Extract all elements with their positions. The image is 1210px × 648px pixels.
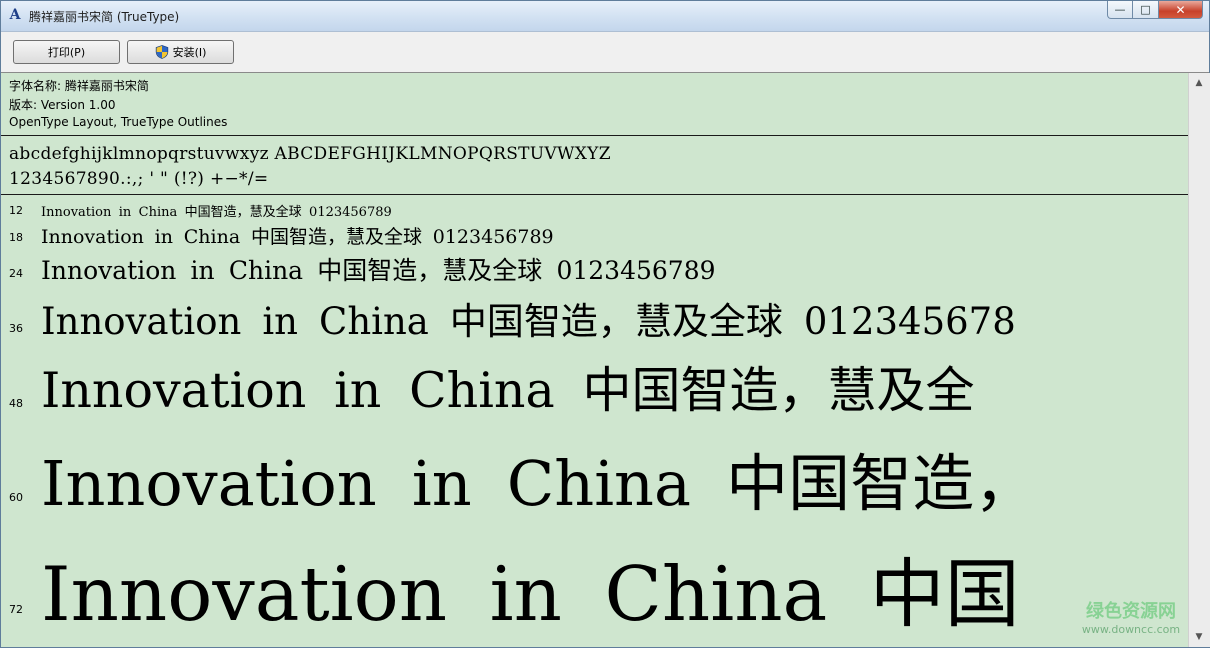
print-button-label: 打印(P): [47, 46, 86, 59]
sample-text: Innovation in China 中国智造，慧及全球 0123456789: [41, 226, 554, 248]
watermark: 绿色资源网 www.downcc.com: [1076, 597, 1186, 636]
sample-text: Innovation in China 中国智造，慧及全球 0123456789: [41, 256, 716, 285]
font-preview-area[interactable]: 字体名称: 腾祥嘉丽书宋简 版本: Version 1.00 OpenType …: [1, 73, 1188, 647]
toolbar: 打印(P) 安装(I): [1, 32, 1209, 73]
sample-text: Innovation in China 中国智造，慧及全: [41, 362, 975, 419]
divider-top: [1, 135, 1188, 136]
charset-letters: abcdefghijklmnopqrstuvwxyz ABCDEFGHIJKLM…: [9, 144, 611, 164]
sample-row: 18 Innovation in China 中国智造，慧及全球 0123456…: [1, 221, 1188, 251]
sample-row: 24 Innovation in China 中国智造，慧及全球 0123456…: [1, 250, 1188, 288]
window-title: 腾祥嘉丽书宋简 (TrueType): [29, 10, 180, 24]
maximize-button[interactable]: □: [1133, 1, 1159, 19]
sample-size-label: 24: [9, 267, 23, 280]
watermark-url: www.downcc.com: [1081, 623, 1181, 636]
charset-digits: 1234567890.:,; ' " (!?) +−*/=: [9, 169, 269, 189]
sample-text: Innovation in China 中国智造，慧及全球 012345678: [41, 300, 1016, 343]
sample-size-label: 72: [9, 603, 23, 616]
install-button[interactable]: 安装(I): [127, 40, 234, 64]
sample-size-label: 36: [9, 322, 23, 335]
vertical-scrollbar[interactable]: ▲ ▼: [1188, 73, 1210, 647]
sample-size-label: 18: [9, 231, 23, 244]
scroll-up-icon[interactable]: ▲: [1192, 76, 1206, 90]
sample-size-label: 12: [9, 204, 23, 217]
install-button-label: 安装(I): [172, 46, 207, 59]
font-app-icon: A: [9, 7, 21, 23]
title-bar[interactable]: A 腾祥嘉丽书宋简 (TrueType) — □ ✕: [1, 1, 1209, 32]
sample-row: 72 Innovation in China 中国: [1, 527, 1188, 637]
font-viewer-window: A 腾祥嘉丽书宋简 (TrueType) — □ ✕ 打印(P) 安装(I) 字…: [0, 0, 1210, 648]
watermark-brand: 绿色资源网: [1086, 601, 1176, 622]
sample-text: Innovation in China 中国智造，慧及全球 0123456789: [41, 205, 392, 220]
print-button[interactable]: 打印(P): [13, 40, 120, 64]
sample-row: 60 Innovation in China 中国智造，: [1, 427, 1188, 521]
sample-text: Innovation in China 中国智造，: [41, 447, 1037, 520]
font-name-line: 字体名称: 腾祥嘉丽书宋简: [9, 79, 149, 93]
minimize-button[interactable]: —: [1107, 1, 1133, 19]
sample-size-label: 60: [9, 491, 23, 504]
sample-size-label: 48: [9, 397, 23, 410]
uac-shield-icon: [155, 45, 168, 59]
close-button[interactable]: ✕: [1159, 1, 1203, 19]
sample-row: 36 Innovation in China 中国智造，慧及全球 0123456…: [1, 289, 1188, 345]
font-version-line: 版本: Version 1.00: [9, 98, 116, 112]
font-type-line: OpenType Layout, TrueType Outlines: [9, 115, 228, 129]
window-controls: — □ ✕: [1107, 1, 1203, 21]
sample-row: 12 Innovation in China 中国智造，慧及全球 0123456…: [1, 200, 1188, 222]
sample-text: Innovation in China 中国: [41, 550, 1020, 637]
divider-bottom: [1, 194, 1188, 195]
scroll-down-icon[interactable]: ▼: [1192, 630, 1206, 644]
sample-row: 48 Innovation in China 中国智造，慧及全: [1, 347, 1188, 423]
